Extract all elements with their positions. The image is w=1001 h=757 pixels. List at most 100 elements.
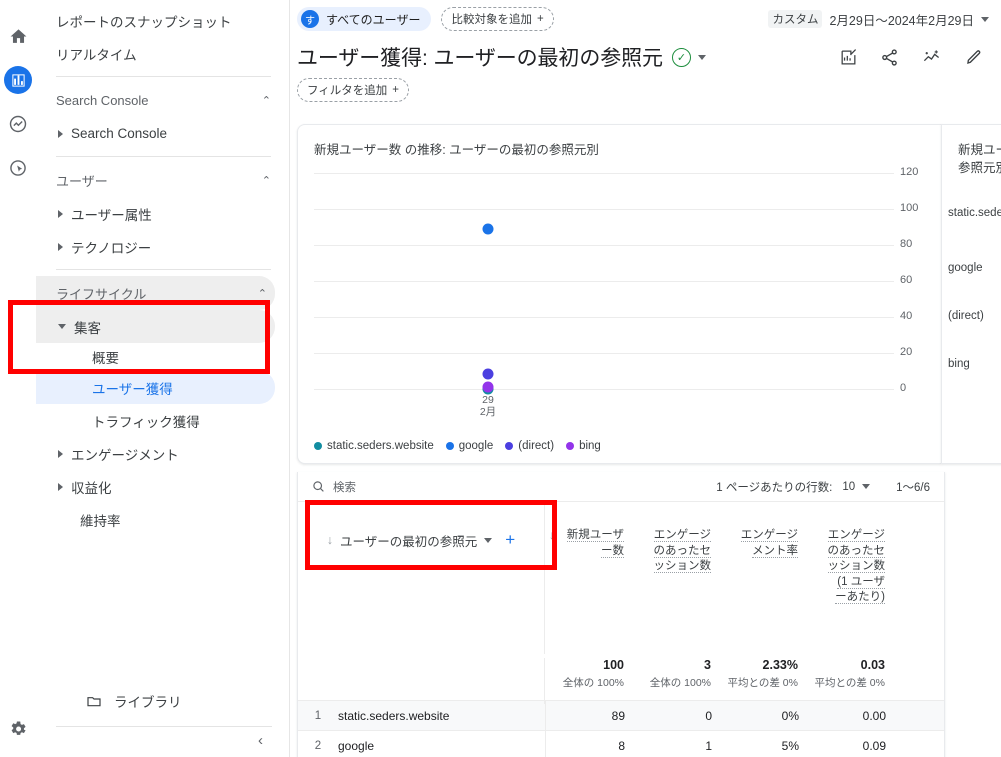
row-metric-cell: 0%	[781, 708, 799, 723]
folder-icon	[87, 697, 101, 707]
totals-value: 0.03	[860, 658, 885, 672]
sidebar-item-label: ユーザー属性	[71, 207, 152, 223]
reports-icon-active-bubble	[4, 66, 32, 94]
dimension-selector[interactable]: ↓ ユーザーの最初の参照元 +	[327, 530, 515, 550]
chevron-up-icon: ⌃	[261, 94, 271, 107]
data-point-direct[interactable]	[482, 368, 494, 380]
y-tick-label: 120	[900, 166, 919, 178]
sidebar-item-overview[interactable]: 概要	[36, 343, 275, 371]
gridline: 40	[314, 310, 912, 322]
sidebar-section-search-console[interactable]: Search Console ⌃	[36, 83, 289, 117]
status-badge: ✓	[671, 47, 691, 67]
sidebar-item-reports-snapshot[interactable]: レポートのスナップショット	[36, 4, 275, 37]
add-comparison-button[interactable]: 比較対象を追加 +	[441, 7, 554, 31]
reports-icon[interactable]	[0, 58, 36, 102]
totals-subtext: 全体の 100%	[649, 677, 711, 689]
share-icon[interactable]	[880, 48, 899, 67]
add-filter-label: フィルタを追加	[307, 85, 388, 97]
insights-icon[interactable]	[839, 48, 858, 67]
sidebar-item-realtime[interactable]: リアルタイム	[36, 37, 275, 70]
trend-chart-plot: 120 100 80 60 40 20 0 29 2月	[314, 166, 918, 417]
sidebar-item-library[interactable]: ライブラリ	[36, 686, 290, 716]
metric-header-label: 新規ユーザー数	[566, 529, 624, 558]
totals-cell: 3 全体の 100%	[632, 658, 719, 690]
new-users-bar-card: 新規ユーザー数: ユーザーの最初の参照元別 static.seders.webs…	[941, 124, 1001, 464]
title-dropdown-button[interactable]	[697, 54, 706, 60]
settings-icon[interactable]	[0, 711, 36, 747]
collapse-sidebar-button[interactable]: ‹	[258, 732, 263, 749]
sidebar-item-label: ライブラリ	[114, 695, 182, 710]
metric-column-header-engagement-rate[interactable]: エンゲージメント率	[719, 502, 806, 654]
y-tick-label: 20	[900, 346, 913, 358]
add-dimension-icon[interactable]: +	[505, 530, 515, 550]
compare-icon[interactable]	[921, 48, 942, 67]
chevron-down-icon	[697, 54, 706, 60]
sidebar-item-acquisition[interactable]: 集客	[36, 310, 275, 343]
metric-header-label: エンゲージのあったセッション数	[653, 529, 711, 574]
gridline: 100	[314, 202, 918, 214]
filter-row: フィルタを追加 +	[291, 72, 1001, 102]
sidebar-item-search-console[interactable]: Search Console	[36, 117, 275, 150]
metric-column-header-clipped[interactable]	[893, 502, 913, 654]
explore-icon[interactable]	[0, 102, 36, 146]
sidebar-item-label: 維持率	[80, 513, 121, 529]
title-action-icons	[839, 48, 989, 67]
add-filter-button[interactable]: フィルタを追加 +	[297, 78, 409, 102]
bar-chart-title: 新規ユーザー数: ユーザーの最初の参照元別	[958, 143, 1001, 176]
title-row: ユーザー獲得: ユーザーの最初の参照元 ✓	[291, 38, 1001, 72]
chevron-down-icon	[484, 537, 493, 543]
legend-color-swatch	[505, 442, 514, 450]
legend-item-bing[interactable]: bing	[566, 440, 601, 452]
trend-chart-legend: static.seders.website google (direct) bi…	[314, 440, 608, 452]
legend-item-static-seders[interactable]: static.seders.website	[314, 440, 434, 452]
rows-per-page-select[interactable]: 10	[842, 481, 871, 493]
table-row[interactable]: 1 static.seders.website 89 0 0% 0.00	[298, 700, 944, 731]
data-point-google[interactable]	[482, 223, 494, 235]
sidebar-divider	[56, 269, 271, 270]
table-row[interactable]: 2 google 8 1 5% 0.09	[298, 730, 944, 757]
chevron-down-icon	[862, 484, 871, 489]
date-range-picker[interactable]: カスタム 2月29日〜2024年2月29日	[768, 10, 989, 29]
totals-cell: 100 全体の 100%	[545, 658, 632, 690]
sidebar-item-label: レポートのスナップショット	[56, 14, 232, 30]
sidebar-item-label: 収益化	[71, 480, 112, 496]
sidebar-item-label: トラフィック獲得	[92, 414, 200, 430]
sidebar-item-tech[interactable]: テクノロジー	[36, 230, 275, 263]
sidebar-item-retention[interactable]: 維持率	[36, 503, 275, 536]
chevron-down-icon	[981, 16, 989, 22]
advertising-icon[interactable]	[0, 146, 36, 190]
search-input[interactable]: 検索	[312, 479, 356, 495]
sidebar-section-label: ユーザー	[56, 173, 108, 189]
sidebar-section-user[interactable]: ユーザー ⌃	[36, 163, 289, 197]
sidebar-item-demographics[interactable]: ユーザー属性	[36, 197, 275, 230]
legend-label: static.seders.website	[327, 440, 434, 452]
home-icon[interactable]	[0, 14, 36, 58]
sidebar-item-monetization[interactable]: 収益化	[36, 470, 275, 503]
row-metric-cell: 8	[618, 738, 625, 753]
trend-chart-title: 新規ユーザー数 の推移: ユーザーの最初の参照元別	[314, 143, 599, 157]
sidebar-divider	[56, 76, 271, 77]
caret-right-icon	[58, 449, 63, 458]
dimension-column-header: ↓ ユーザーの最初の参照元 +	[298, 502, 545, 654]
sidebar-section-lifecycle[interactable]: ライフサイクル ⌃	[36, 276, 275, 310]
data-point-bing[interactable]	[482, 381, 494, 393]
metric-column-header-new-users[interactable]: ↓ 新規ユーザー数	[545, 502, 632, 654]
metric-column-header-engaged-sessions-per-user[interactable]: エンゲージのあったセッション数 (1 ユーザーあたり)	[806, 502, 893, 654]
totals-value: 2.33%	[762, 658, 798, 672]
pagination-range: 1〜6/6	[896, 481, 930, 494]
sidebar-item-traffic-acquisition[interactable]: トラフィック獲得	[36, 404, 275, 437]
sidebar-section-label: ライフサイクル	[56, 286, 147, 302]
sidebar-item-user-acquisition[interactable]: ユーザー獲得	[36, 371, 275, 404]
audience-chip[interactable]: す すべてのユーザー	[297, 7, 432, 31]
new-users-trend-card: 新規ユーザー数 の推移: ユーザーの最初の参照元別 120 100 80 60 …	[297, 124, 941, 464]
legend-item-google[interactable]: google	[445, 440, 493, 452]
legend-item-direct[interactable]: (direct)	[505, 440, 554, 452]
edit-icon[interactable]	[964, 48, 983, 67]
data-table-card: 検索 1 ページあたりの行数: 10 1〜6/6 ↓ ユーザーの最初の参照元 +…	[297, 472, 945, 757]
totals-subtext: 平均との差 0%	[727, 677, 799, 689]
caret-right-icon	[58, 482, 63, 491]
row-metric-cell: 89	[611, 708, 625, 723]
audience-chip-label: すべてのユーザー	[326, 12, 421, 27]
sidebar-item-engagement[interactable]: エンゲージメント	[36, 437, 275, 470]
metric-column-header-engaged-sessions[interactable]: エンゲージのあったセッション数	[632, 502, 719, 654]
